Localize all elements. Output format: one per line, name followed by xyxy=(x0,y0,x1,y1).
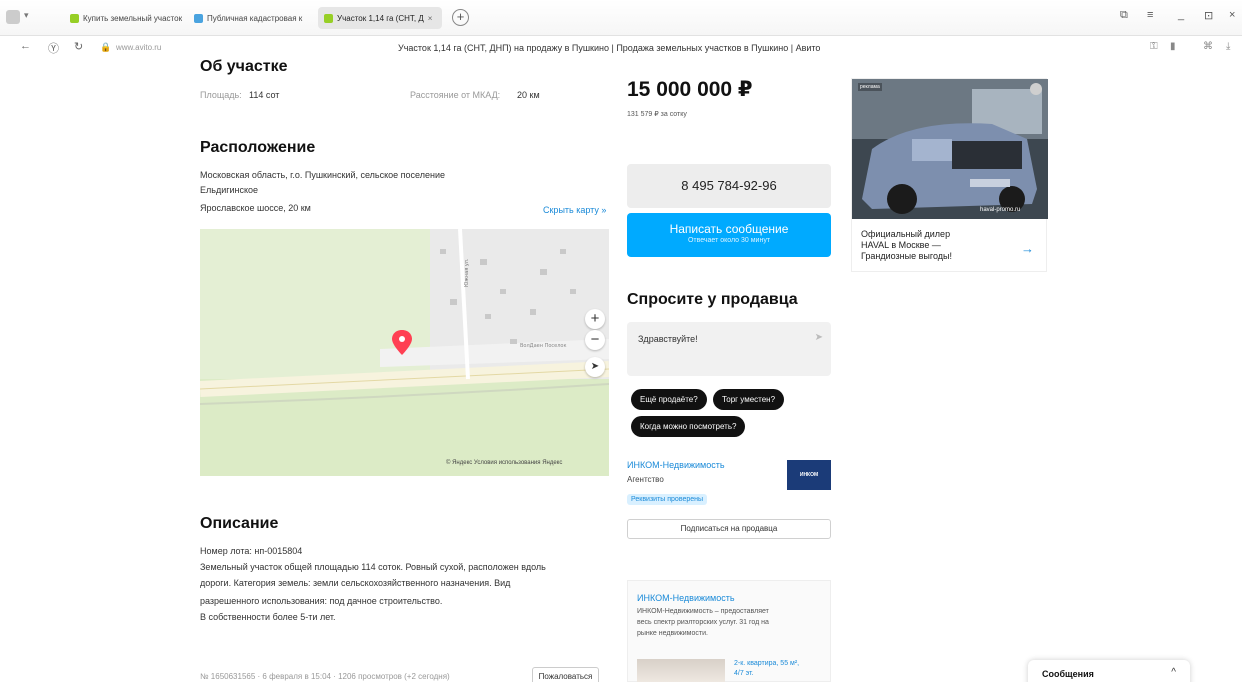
seller-listing-title[interactable]: 2-к. квартира, 55 м², xyxy=(734,660,799,667)
messages-title: Сообщения xyxy=(1042,669,1094,679)
minimize-icon[interactable]: _ xyxy=(1178,9,1184,21)
distance-value: 20 км xyxy=(517,90,540,100)
ask-seller-heading: Спросите у продавца xyxy=(627,291,798,308)
seller-card-name[interactable]: ИНКОМ-Недвижимость xyxy=(637,593,735,603)
seller-card-desc-3: рынке недвижимости. xyxy=(637,630,708,637)
chevron-up-icon[interactable]: ^ xyxy=(1171,667,1176,678)
messages-panel[interactable]: Сообщения ^ xyxy=(1028,660,1190,682)
ad-text: Официальный дилер HAVAL в Москве — Гранд… xyxy=(861,229,1001,262)
geolocate-button[interactable]: ➤ xyxy=(585,357,605,377)
description-heading: Описание xyxy=(200,515,279,532)
restore-icon[interactable]: ⊡ xyxy=(1204,9,1213,22)
back-icon[interactable]: ← xyxy=(20,40,31,52)
write-message-label: Написать сообщение xyxy=(669,222,789,236)
price: 15 000 000 ₽ xyxy=(627,78,753,101)
address-line1: Московская область, г.о. Пушкинский, сел… xyxy=(200,170,446,180)
write-message-button[interactable]: Написать сообщение Отвечает около 30 мин… xyxy=(627,213,831,257)
ask-input-text: Здравствуйте! xyxy=(638,334,698,344)
hamburger-menu-icon[interactable]: ≡ xyxy=(1147,9,1153,21)
complain-button[interactable]: Пожаловаться xyxy=(532,667,599,682)
seller-card: ИНКОМ-Недвижимость ИНКОМ-Недвижимость – … xyxy=(627,580,831,682)
listing-thumbnail[interactable] xyxy=(637,659,725,682)
tab-cadastral-map[interactable]: Публичная кадастровая к xyxy=(188,7,314,29)
chevron-down-icon[interactable]: ▾ xyxy=(24,10,29,21)
area-value: 114 сот xyxy=(249,90,280,100)
about-heading: Об участке xyxy=(200,58,288,75)
zoom-in-button[interactable]: + xyxy=(585,309,605,329)
area-label: Площадь: xyxy=(200,90,242,100)
close-window-icon[interactable]: × xyxy=(1229,9,1235,21)
bookmark-icon[interactable]: ▮ xyxy=(1170,41,1176,52)
map[interactable]: Южная ул. ВолДаен Поселок + − ➤ xyxy=(200,229,609,476)
seller-type: Агентство xyxy=(627,475,664,484)
hide-map-link[interactable]: Скрыть карту » xyxy=(543,205,606,215)
listing-meta: № 1650631565 · 6 февраля в 15:04 · 1206 … xyxy=(200,672,450,681)
avito-favicon-icon xyxy=(324,13,333,23)
tab-current-listing[interactable]: Участок 1,14 га (СНТ, Д × xyxy=(318,7,442,29)
reload-icon[interactable]: ↻ xyxy=(74,40,83,53)
ad-brand: haval-promo.ru xyxy=(980,207,1021,213)
map-street-label: Южная ул. xyxy=(464,258,470,287)
address-line2: Ельдигинское xyxy=(200,185,259,195)
send-icon[interactable]: ➤ xyxy=(815,332,823,343)
ad-line-3: Грандиозные выгоды! xyxy=(861,251,952,261)
browser-menu-icon[interactable] xyxy=(6,10,20,24)
chip-when-view[interactable]: Когда можно посмотреть? xyxy=(631,416,746,437)
seller-listing-floor[interactable]: 4/7 эт. xyxy=(734,670,753,677)
ask-input[interactable]: Здравствуйте! ➤ xyxy=(627,322,831,376)
response-time: Отвечает около 30 минут xyxy=(687,237,771,244)
phone-button[interactable]: 8 495 784-92-96 xyxy=(627,164,831,208)
lot-number: Номер лота: нп-0015804 xyxy=(200,546,303,556)
ad-info-icon[interactable] xyxy=(1030,83,1042,95)
highway-distance: Ярославское шоссе, 20 км xyxy=(200,203,311,213)
avito-favicon-icon xyxy=(70,13,79,23)
download-icon[interactable]: ⤓ xyxy=(1226,41,1230,52)
map-canvas: Южная ул. ВолДаен Поселок xyxy=(200,229,609,476)
lock-icon: 🔒 xyxy=(100,42,112,52)
map-area-label: ВолДаен Поселок xyxy=(520,343,567,349)
map-attribution[interactable]: © Яндекс Условия использования Яндекс xyxy=(446,460,562,466)
yandex-icon[interactable]: Ⓨ xyxy=(48,40,59,56)
close-tab-icon[interactable]: × xyxy=(428,14,433,23)
ad-image: реклама haval-promo.ru xyxy=(852,79,1048,219)
seller-logo[interactable]: ИНКОМ xyxy=(787,460,831,490)
description-text-2: дороги. Категория земель: земли сельскох… xyxy=(200,578,511,588)
ad-banner[interactable]: реклама haval-promo.ru Официальный дилер… xyxy=(851,78,1048,272)
zoom-out-button[interactable]: − xyxy=(585,330,605,350)
ad-line-2: HAVAL в Москве — xyxy=(861,240,941,250)
location-heading: Расположение xyxy=(200,139,316,156)
subscribe-seller-button[interactable]: Подписаться на продавца xyxy=(627,519,831,539)
tabs-list-icon[interactable]: ⧉ xyxy=(1120,9,1128,22)
seller-card-desc-1: ИНКОМ-Недвижимость – предоставляет xyxy=(637,608,769,615)
verified-badge: Реквизиты проверены xyxy=(627,494,708,505)
seller-card-desc-2: весь спектр риэлторских услуг. 31 год на xyxy=(637,619,769,626)
description-text-1: Земельный участок общей площадью 114 сот… xyxy=(200,562,546,572)
tab-bar xyxy=(0,0,1242,36)
distance-label: Расстояние от МКАД: xyxy=(410,90,501,100)
chip-bargain[interactable]: Торг уместен? xyxy=(713,389,785,410)
key-icon[interactable]: ⚿ xyxy=(1150,41,1158,52)
new-tab-button[interactable]: + xyxy=(452,9,469,26)
description-text-3: разрешенного использования: под дачное с… xyxy=(200,596,443,606)
chip-still-selling[interactable]: Ещё продаёте? xyxy=(631,389,707,410)
description-text-4: В собственности более 5-ти лет. xyxy=(200,612,336,622)
seller-name[interactable]: ИНКОМ-Недвижимость xyxy=(627,460,725,470)
arrow-right-icon[interactable]: → xyxy=(1021,241,1034,256)
map-favicon-icon xyxy=(194,13,203,23)
url-field[interactable]: www.avito.ru xyxy=(116,43,161,52)
reader-icon[interactable]: ⌘ xyxy=(1203,41,1213,52)
page-title: Участок 1,14 га (СНТ, ДНП) на продажу в … xyxy=(398,43,821,53)
price-per-unit: 131 579 ₽ за сотку xyxy=(627,111,687,118)
ad-label: реклама xyxy=(858,83,882,91)
tab-buy-land[interactable]: Купить земельный участок xyxy=(64,7,182,29)
ad-line-1: Официальный дилер xyxy=(861,229,951,239)
